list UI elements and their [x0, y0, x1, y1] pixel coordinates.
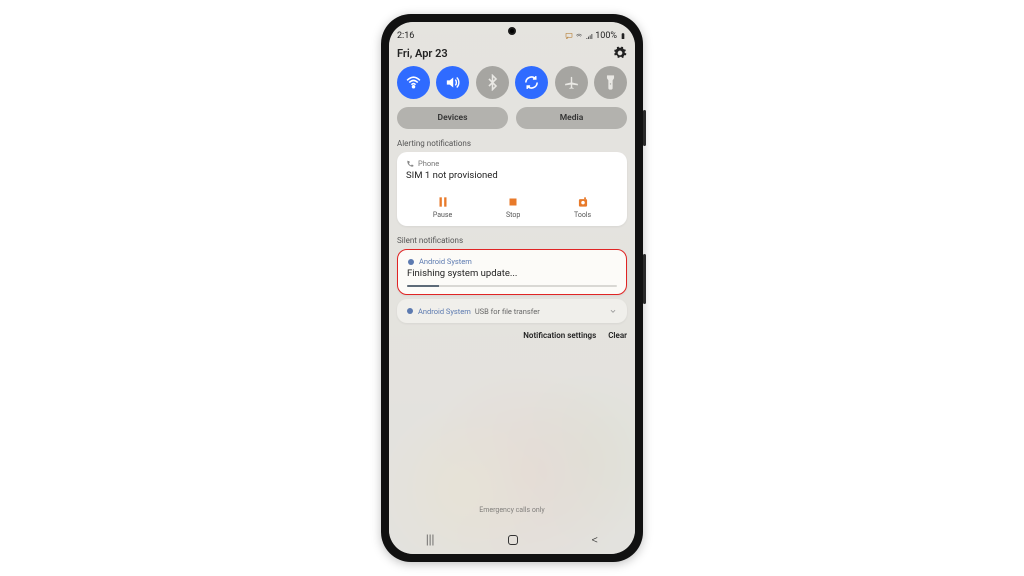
panel-row: Devices Media [397, 107, 627, 129]
clear-all-button[interactable]: Clear [608, 331, 627, 340]
system-update-message: Finishing system update... [407, 268, 617, 279]
usb-source-label: Android System [418, 307, 471, 316]
pause-label: Pause [433, 211, 452, 219]
emergency-label: Emergency calls only [389, 506, 635, 514]
tools-action[interactable]: Tools [574, 195, 591, 219]
stop-icon [506, 195, 520, 209]
wifi-icon [405, 74, 422, 91]
system-update-source-label: Android System [419, 257, 472, 266]
stop-label: Stop [506, 211, 520, 219]
silent-section-label: Silent notifications [397, 236, 627, 245]
battery-icon [619, 32, 627, 40]
qs-sound-toggle[interactable] [436, 66, 469, 99]
stop-action[interactable]: Stop [506, 195, 520, 219]
qs-rotate-toggle[interactable] [515, 66, 548, 99]
phone-source-label: Phone [418, 159, 439, 168]
phone-app-icon [406, 160, 414, 168]
alerting-section-label: Alerting notifications [397, 139, 627, 148]
nav-bar: ||| < [389, 526, 635, 554]
media-label: Media [560, 113, 584, 123]
qs-airplane-toggle[interactable] [555, 66, 588, 99]
battery-text: 100% [595, 31, 617, 41]
status-time: 2:16 [397, 31, 414, 41]
phone-notification-card[interactable]: Phone SIM 1 not provisioned Pause Stop T… [397, 152, 627, 226]
system-update-progress-fill [407, 285, 439, 287]
notification-shade[interactable]: 2:16 100% Fri, Apr 23 [389, 22, 635, 554]
recorder-actions: Pause Stop Tools [406, 187, 618, 219]
phone-notification-source: Phone [406, 159, 618, 168]
pause-icon [436, 195, 450, 209]
usb-message: USB for file transfer [475, 307, 540, 316]
devices-panel-button[interactable]: Devices [397, 107, 508, 129]
status-icons: 100% [565, 31, 627, 41]
date-label: Fri, Apr 23 [397, 47, 448, 60]
android-system-icon [406, 307, 414, 315]
qs-wifi-toggle[interactable] [397, 66, 430, 99]
android-system-icon [407, 258, 415, 266]
recents-button[interactable]: ||| [426, 533, 435, 548]
phone-notification-message: SIM 1 not provisioned [406, 170, 618, 181]
power-button[interactable] [643, 254, 646, 304]
volume-button[interactable] [643, 110, 646, 146]
notification-settings-link[interactable]: Notification settings [523, 331, 596, 340]
wifi-status-icon [575, 32, 583, 40]
back-button[interactable]: < [592, 533, 599, 548]
quick-settings-row [397, 66, 627, 99]
usb-notification-card[interactable]: Android System USB for file transfer [397, 299, 627, 323]
front-camera [508, 27, 516, 35]
shade-footer: Notification settings Clear [397, 331, 627, 340]
signal-icon [585, 32, 593, 40]
flashlight-icon [602, 74, 619, 91]
sound-icon [444, 74, 461, 91]
rotate-icon [523, 74, 540, 91]
tools-icon [576, 195, 590, 209]
system-update-progress [407, 285, 617, 287]
settings-gear-icon[interactable] [613, 46, 627, 60]
devices-label: Devices [438, 113, 468, 123]
system-update-card[interactable]: Android System Finishing system update..… [397, 249, 627, 295]
tools-label: Tools [574, 211, 591, 219]
chevron-down-icon[interactable] [608, 306, 618, 316]
airplane-icon [563, 74, 580, 91]
date-row: Fri, Apr 23 [397, 46, 627, 60]
pause-action[interactable]: Pause [433, 195, 452, 219]
qs-bluetooth-toggle[interactable] [476, 66, 509, 99]
system-update-source: Android System [407, 257, 617, 266]
phone-screen: 2:16 100% Fri, Apr 23 [389, 22, 635, 554]
cast-icon [565, 32, 573, 40]
bluetooth-icon [484, 74, 501, 91]
home-button[interactable] [508, 535, 518, 545]
phone-frame: 2:16 100% Fri, Apr 23 [381, 14, 643, 562]
media-panel-button[interactable]: Media [516, 107, 627, 129]
qs-flashlight-toggle[interactable] [594, 66, 627, 99]
